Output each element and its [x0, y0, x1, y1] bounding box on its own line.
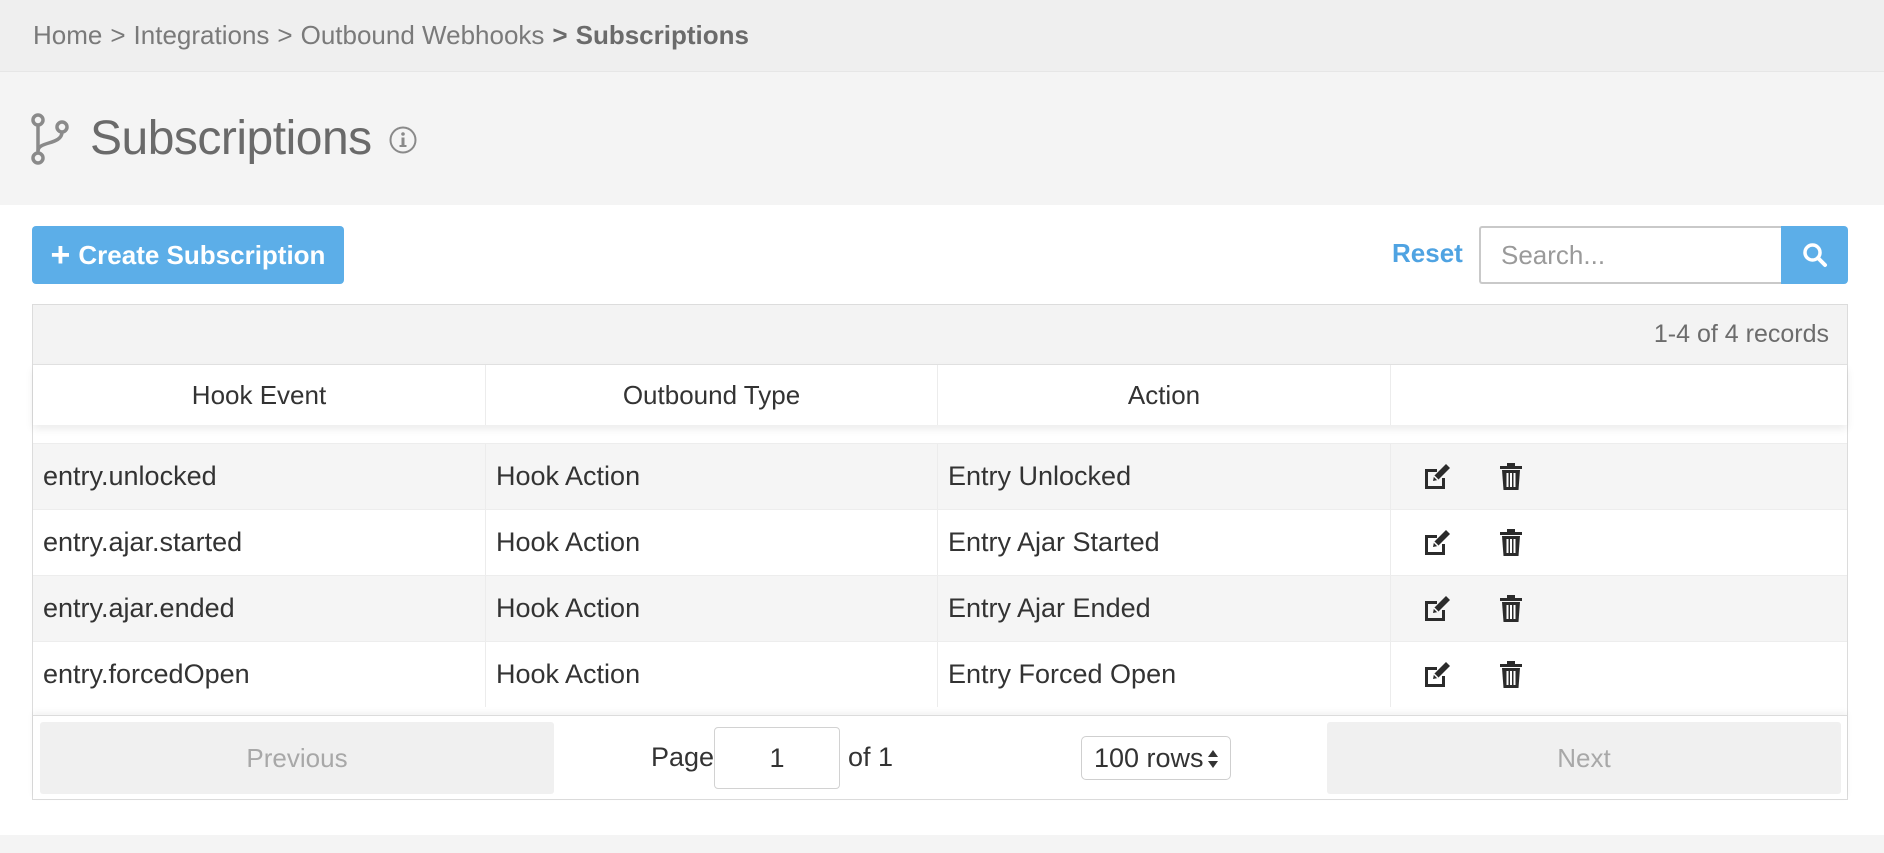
- create-subscription-button[interactable]: + Create Subscription: [32, 226, 344, 284]
- breadcrumb-separator: >: [110, 20, 126, 50]
- page-title: Subscriptions: [90, 112, 372, 165]
- cell-action: Entry Ajar Started: [938, 510, 1391, 575]
- column-header-action[interactable]: Action: [938, 365, 1391, 425]
- cell-row-actions: [1391, 576, 1847, 641]
- table-body: entry.unlocked Hook Action Entry Unlocke…: [33, 443, 1847, 707]
- subscriptions-table: 1-4 of 4 records Hook Event Outbound Typ…: [32, 304, 1848, 800]
- records-count-text: 1-4 of 4 records: [1653, 320, 1829, 348]
- search-input[interactable]: [1479, 226, 1781, 284]
- rows-per-page-select[interactable]: 100 rows: [1081, 736, 1231, 780]
- table-row: entry.unlocked Hook Action Entry Unlocke…: [33, 443, 1847, 509]
- cell-action: Entry Ajar Ended: [938, 576, 1391, 641]
- previous-button[interactable]: Previous: [40, 722, 554, 794]
- page-header: Subscriptions: [0, 72, 1884, 205]
- cell-outbound-type: Hook Action: [486, 576, 938, 641]
- next-button[interactable]: Next: [1327, 722, 1841, 794]
- edit-icon[interactable]: [1421, 659, 1453, 691]
- cell-hook-event: entry.unlocked: [33, 444, 486, 509]
- plus-icon: +: [50, 236, 71, 274]
- toolbar: + Create Subscription Reset: [32, 226, 1848, 284]
- trash-icon[interactable]: [1495, 461, 1527, 493]
- page-label: Page: [651, 742, 715, 772]
- create-subscription-label: Create Subscription: [78, 239, 326, 270]
- table-header: Hook Event Outbound Type Action: [33, 365, 1847, 425]
- cell-row-actions: [1391, 642, 1847, 707]
- cell-hook-event: entry.forcedOpen: [33, 642, 486, 707]
- cell-row-actions: [1391, 510, 1847, 575]
- breadcrumb-separator: >: [277, 20, 293, 50]
- cell-outbound-type: Hook Action: [486, 444, 938, 509]
- search-button[interactable]: [1781, 226, 1848, 284]
- breadcrumb-separator: >: [552, 20, 568, 50]
- cell-outbound-type: Hook Action: [486, 642, 938, 707]
- breadcrumb-outbound-webhooks[interactable]: Outbound Webhooks: [301, 20, 545, 51]
- info-icon[interactable]: [388, 125, 418, 155]
- trash-icon[interactable]: [1495, 527, 1527, 559]
- records-count: 1-4 of 4 records: [33, 305, 1847, 365]
- branch-icon: [31, 112, 69, 165]
- edit-icon[interactable]: [1421, 461, 1453, 493]
- cell-outbound-type: Hook Action: [486, 510, 938, 575]
- edit-icon[interactable]: [1421, 527, 1453, 559]
- search-icon: [1802, 243, 1827, 267]
- edit-icon[interactable]: [1421, 593, 1453, 625]
- table-row: entry.ajar.started Hook Action Entry Aja…: [33, 509, 1847, 575]
- pagination: Previous Page of 1 100 rows Next: [33, 715, 1847, 799]
- breadcrumb: Home > Integrations > Outbound Webhooks …: [0, 0, 1884, 72]
- cell-hook-event: entry.ajar.ended: [33, 576, 486, 641]
- page-total-label: of 1: [848, 742, 894, 772]
- column-header-actions: [1391, 365, 1847, 425]
- cell-action: Entry Forced Open: [938, 642, 1391, 707]
- column-header-outbound-type[interactable]: Outbound Type: [486, 365, 938, 425]
- rows-per-page-value: 100 rows: [1094, 742, 1204, 773]
- trash-icon[interactable]: [1495, 593, 1527, 625]
- column-header-hook-event[interactable]: Hook Event: [33, 365, 486, 425]
- breadcrumb-integrations[interactable]: Integrations: [134, 20, 270, 51]
- cell-action: Entry Unlocked: [938, 444, 1391, 509]
- reset-link[interactable]: Reset: [1392, 238, 1463, 269]
- breadcrumb-home[interactable]: Home: [33, 20, 102, 51]
- table-row: entry.ajar.ended Hook Action Entry Ajar …: [33, 575, 1847, 641]
- cell-hook-event: entry.ajar.started: [33, 510, 486, 575]
- page-number-input[interactable]: [714, 727, 840, 789]
- trash-icon[interactable]: [1495, 659, 1527, 691]
- sort-arrows-icon: [1208, 750, 1218, 768]
- table-row: entry.forcedOpen Hook Action Entry Force…: [33, 641, 1847, 707]
- main-panel: + Create Subscription Reset 1-4 of 4 rec…: [0, 205, 1884, 835]
- cell-row-actions: [1391, 444, 1847, 509]
- breadcrumb-subscriptions: Subscriptions: [575, 20, 749, 50]
